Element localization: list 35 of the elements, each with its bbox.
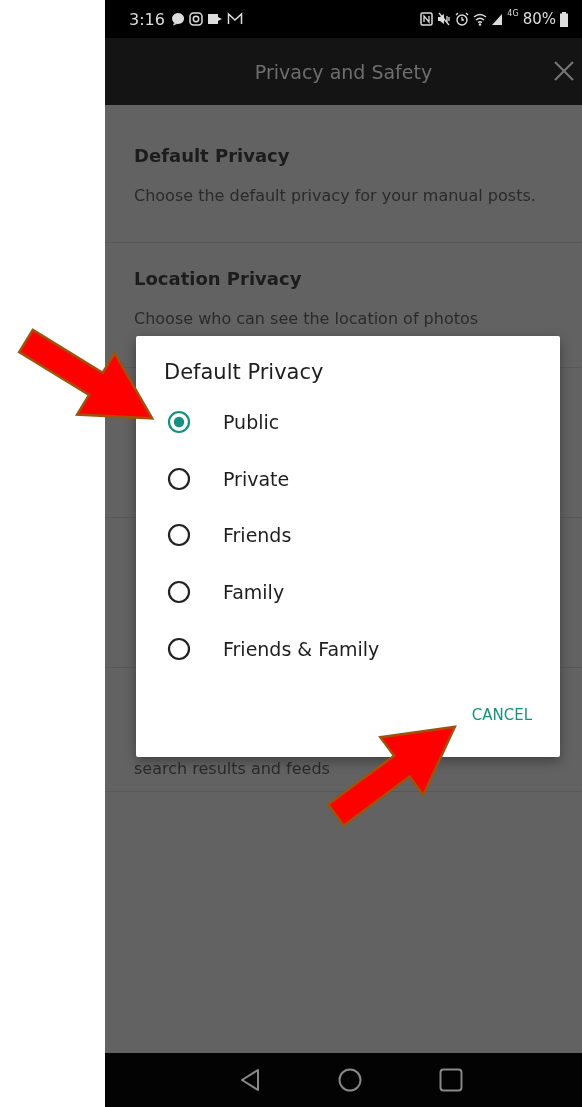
privacy-option[interactable]: Public — [164, 394, 532, 451]
battery-icon — [560, 11, 568, 27]
dialog-title: Default Privacy — [164, 360, 325, 384]
app-icon — [206, 12, 223, 26]
privacy-option[interactable]: Private — [164, 450, 532, 508]
back-icon[interactable] — [238, 1068, 261, 1092]
nfc-icon — [420, 12, 434, 26]
alarm-icon — [455, 12, 470, 26]
wifi-icon — [473, 12, 488, 26]
setting-description: Choose who can see the location of photos — [134, 308, 480, 330]
radio-button[interactable] — [167, 636, 191, 661]
status-time: 3:16 — [129, 9, 165, 29]
mail-icon — [226, 12, 243, 26]
radio-button[interactable] — [167, 580, 191, 605]
chat-bubble-icon — [170, 12, 185, 26]
close-icon[interactable] — [553, 60, 575, 82]
setting-description: Choose the default privacy for your manual posts. — [134, 185, 537, 207]
privacy-option[interactable]: Friends & Family — [164, 620, 532, 677]
network-type: 4G — [507, 9, 519, 18]
camera-icon — [188, 12, 203, 26]
radio-button[interactable] — [167, 410, 191, 435]
setting-title: Location Privacy — [134, 268, 303, 289]
setting-title: Default Privacy — [134, 145, 291, 166]
battery-percent: 80% — [522, 10, 556, 28]
privacy-option[interactable]: Friends — [164, 507, 532, 564]
header-title: Privacy and Safety — [254, 60, 433, 83]
cancel-button[interactable]: CANCEL — [471, 699, 532, 730]
recents-icon[interactable] — [439, 1068, 464, 1092]
radio-button[interactable] — [167, 466, 191, 491]
vibrate-mute-icon — [437, 12, 452, 26]
setting-description: search results and feeds — [134, 758, 331, 780]
privacy-option[interactable]: Family — [164, 563, 532, 621]
home-icon[interactable] — [338, 1068, 362, 1092]
signal-icon — [491, 12, 504, 26]
radio-button[interactable] — [167, 523, 191, 548]
